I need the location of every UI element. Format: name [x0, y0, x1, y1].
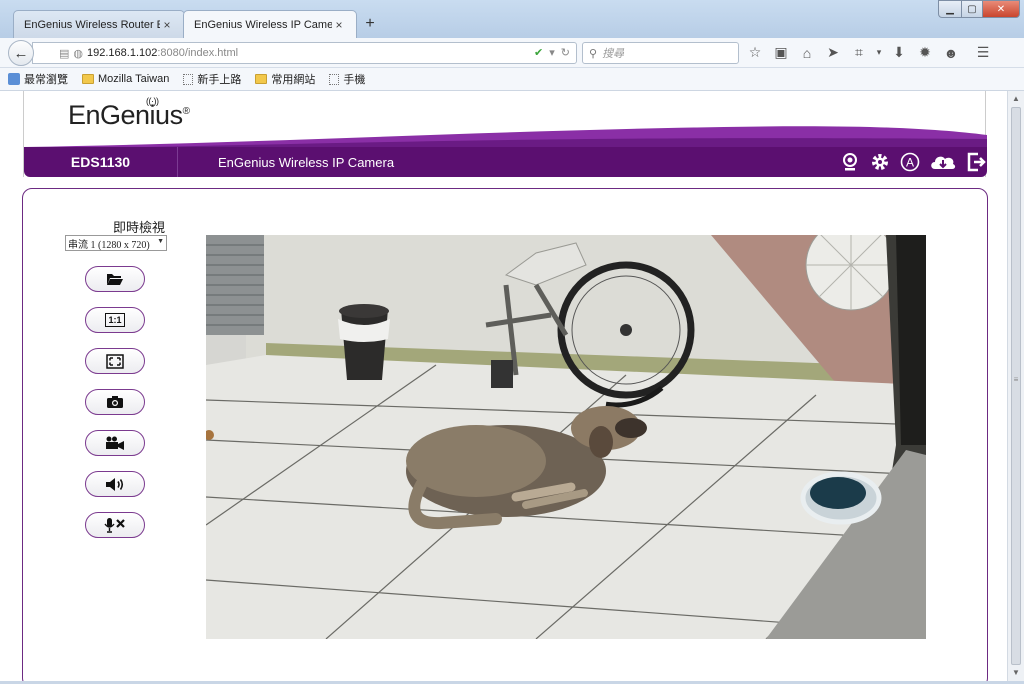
folder-icon	[255, 74, 268, 84]
live-view-panel: 即時檢視 串流 1 (1280 x 720) ▼ 1:1	[22, 188, 988, 681]
crop-dropdown-icon[interactable]: ▾	[872, 47, 886, 58]
home-icon[interactable]: ⌂	[794, 45, 820, 61]
bookmark-label: 最常瀏覽	[24, 74, 68, 86]
logout-icon[interactable]	[965, 151, 987, 173]
menu-icon[interactable]: ☰	[970, 44, 996, 61]
folder-icon	[82, 74, 94, 84]
search-input[interactable]: ⚲ 搜尋	[582, 42, 739, 64]
browser-toolbar: ☆ ▣ ⌂ ➤ ⌗ ▾ ⬇ ✹ ☻ ☰	[742, 44, 996, 61]
svg-text:A: A	[906, 156, 914, 170]
camera-icon	[107, 396, 123, 408]
bookmark-label: 手機	[343, 74, 366, 86]
scroll-down-icon[interactable]: ▼	[1008, 665, 1024, 681]
page-icon	[183, 73, 194, 85]
bookmark-label: Mozilla Taiwan	[98, 73, 170, 85]
send-icon[interactable]: ➤	[820, 44, 846, 61]
globe-icon: ◍	[73, 47, 84, 60]
tab-label: EnGenius Wireless Router ES...	[24, 18, 160, 31]
close-window-button[interactable]: ✕	[982, 0, 1020, 18]
camera-frame-image	[206, 235, 926, 639]
search-icon: ⚲	[589, 47, 598, 60]
fullscreen-button[interactable]	[85, 348, 145, 374]
reading-list-icon[interactable]: ▣	[768, 44, 794, 61]
bookmark-getting-started[interactable]: 新手上路	[183, 71, 241, 87]
camera-header: EnGenius® ((·)) EDS1130 EnGenius Wireles…	[23, 91, 987, 177]
browser-titlebar: EnGenius Wireless Router ES... × EnGeniu…	[0, 0, 1024, 39]
registered-mark: ®	[182, 106, 190, 117]
scroll-up-icon[interactable]: ▲	[1008, 91, 1024, 107]
browser-navbar: ▤ ◍ 192.168.1.102 :8080/index.html ✔ ▾ ↻…	[0, 38, 1024, 68]
stream-select-value: 串流 1 (1280 x 720)	[68, 239, 150, 251]
fullscreen-icon	[106, 353, 124, 369]
reload-icon[interactable]: ↻	[561, 46, 570, 59]
live-view-title: 即時檢視	[112, 220, 165, 235]
one-to-one-icon: 1:1	[105, 313, 125, 327]
folder-open-icon	[107, 274, 123, 285]
back-arrow-icon: ←	[13, 44, 29, 62]
bookmark-label: 常用網站	[271, 74, 316, 86]
bookmark-mozilla-taiwan[interactable]: Mozilla Taiwan	[82, 73, 169, 85]
model-name: EDS1130	[24, 147, 178, 177]
header-bar: EDS1130 EnGenius Wireless IP Camera A	[24, 147, 987, 177]
maximize-button[interactable]: ▢	[961, 0, 983, 18]
download-icon[interactable]: ⬇	[886, 44, 912, 61]
bookmark-star-icon[interactable]: ☆	[742, 44, 768, 61]
url-path: :8080/index.html	[157, 47, 239, 59]
page-title: EnGenius Wireless IP Camera	[218, 154, 395, 170]
scrollbar-thumb[interactable]	[1011, 107, 1021, 665]
page-viewport: EnGenius® ((·)) EDS1130 EnGenius Wireles…	[0, 91, 1007, 681]
wifi-arc-icon: ((·))	[146, 96, 159, 106]
stream-select[interactable]: 串流 1 (1280 x 720) ▼	[65, 235, 167, 251]
account-icon[interactable]: A	[899, 151, 921, 173]
bookmarks-toolbar: 最常瀏覽 Mozilla Taiwan 新手上路 常用網站 手機	[0, 68, 1024, 91]
video-record-icon	[106, 436, 124, 450]
addon-gear-icon[interactable]: ✹	[912, 44, 938, 61]
page-scrollbar[interactable]: ▲ ≡ ▼	[1007, 91, 1024, 681]
mic-muted-icon	[104, 518, 125, 533]
camera-view-icon[interactable]	[839, 151, 861, 173]
speaker-icon	[106, 477, 124, 491]
browser-tab-camera[interactable]: EnGenius Wireless IP Camera ×	[183, 10, 357, 39]
url-host: 192.168.1.102	[87, 47, 158, 59]
bookmark-mobile[interactable]: 手機	[329, 71, 365, 87]
gear-icon[interactable]	[869, 151, 891, 173]
search-placeholder: 搜尋	[602, 48, 625, 60]
bookmark-most-visited[interactable]: 最常瀏覽	[8, 71, 68, 87]
browser-tab-router[interactable]: EnGenius Wireless Router ES... ×	[13, 10, 185, 38]
star-icon	[8, 73, 20, 85]
scrollbar-grip-icon: ≡	[1013, 375, 1019, 384]
verified-icon: ✔	[534, 47, 544, 59]
speaker-button[interactable]	[85, 471, 145, 497]
chevron-down-icon: ▼	[157, 237, 164, 245]
bookmark-label: 新手上路	[197, 74, 242, 86]
record-button[interactable]	[85, 430, 145, 456]
crop-icon[interactable]: ⌗	[846, 44, 872, 61]
header-icons: A	[839, 151, 987, 173]
open-folder-button[interactable]	[85, 266, 145, 292]
chat-icon[interactable]: ☻	[938, 45, 964, 61]
cloud-download-icon[interactable]	[929, 151, 957, 173]
tab-label: EnGenius Wireless IP Camera	[194, 19, 332, 31]
tab-close-icon[interactable]: ×	[332, 18, 346, 32]
new-tab-button[interactable]: +	[361, 15, 379, 33]
page-icon	[329, 73, 340, 85]
tab-close-icon[interactable]: ×	[160, 18, 174, 32]
live-video-feed[interactable]	[206, 235, 926, 639]
actual-size-button[interactable]: 1:1	[85, 307, 145, 333]
minimize-button[interactable]: ▁	[938, 0, 962, 18]
bookmark-common-sites[interactable]: 常用網站	[255, 71, 315, 87]
history-dropdown-icon[interactable]: ▾	[549, 46, 555, 59]
address-bar[interactable]: ▤ ◍ 192.168.1.102 :8080/index.html ✔ ▾ ↻	[32, 42, 577, 64]
back-button[interactable]: ←	[8, 40, 34, 66]
snapshot-button[interactable]	[85, 389, 145, 415]
site-info-icon[interactable]: ▤	[59, 47, 69, 60]
mic-mute-button[interactable]	[85, 512, 145, 538]
